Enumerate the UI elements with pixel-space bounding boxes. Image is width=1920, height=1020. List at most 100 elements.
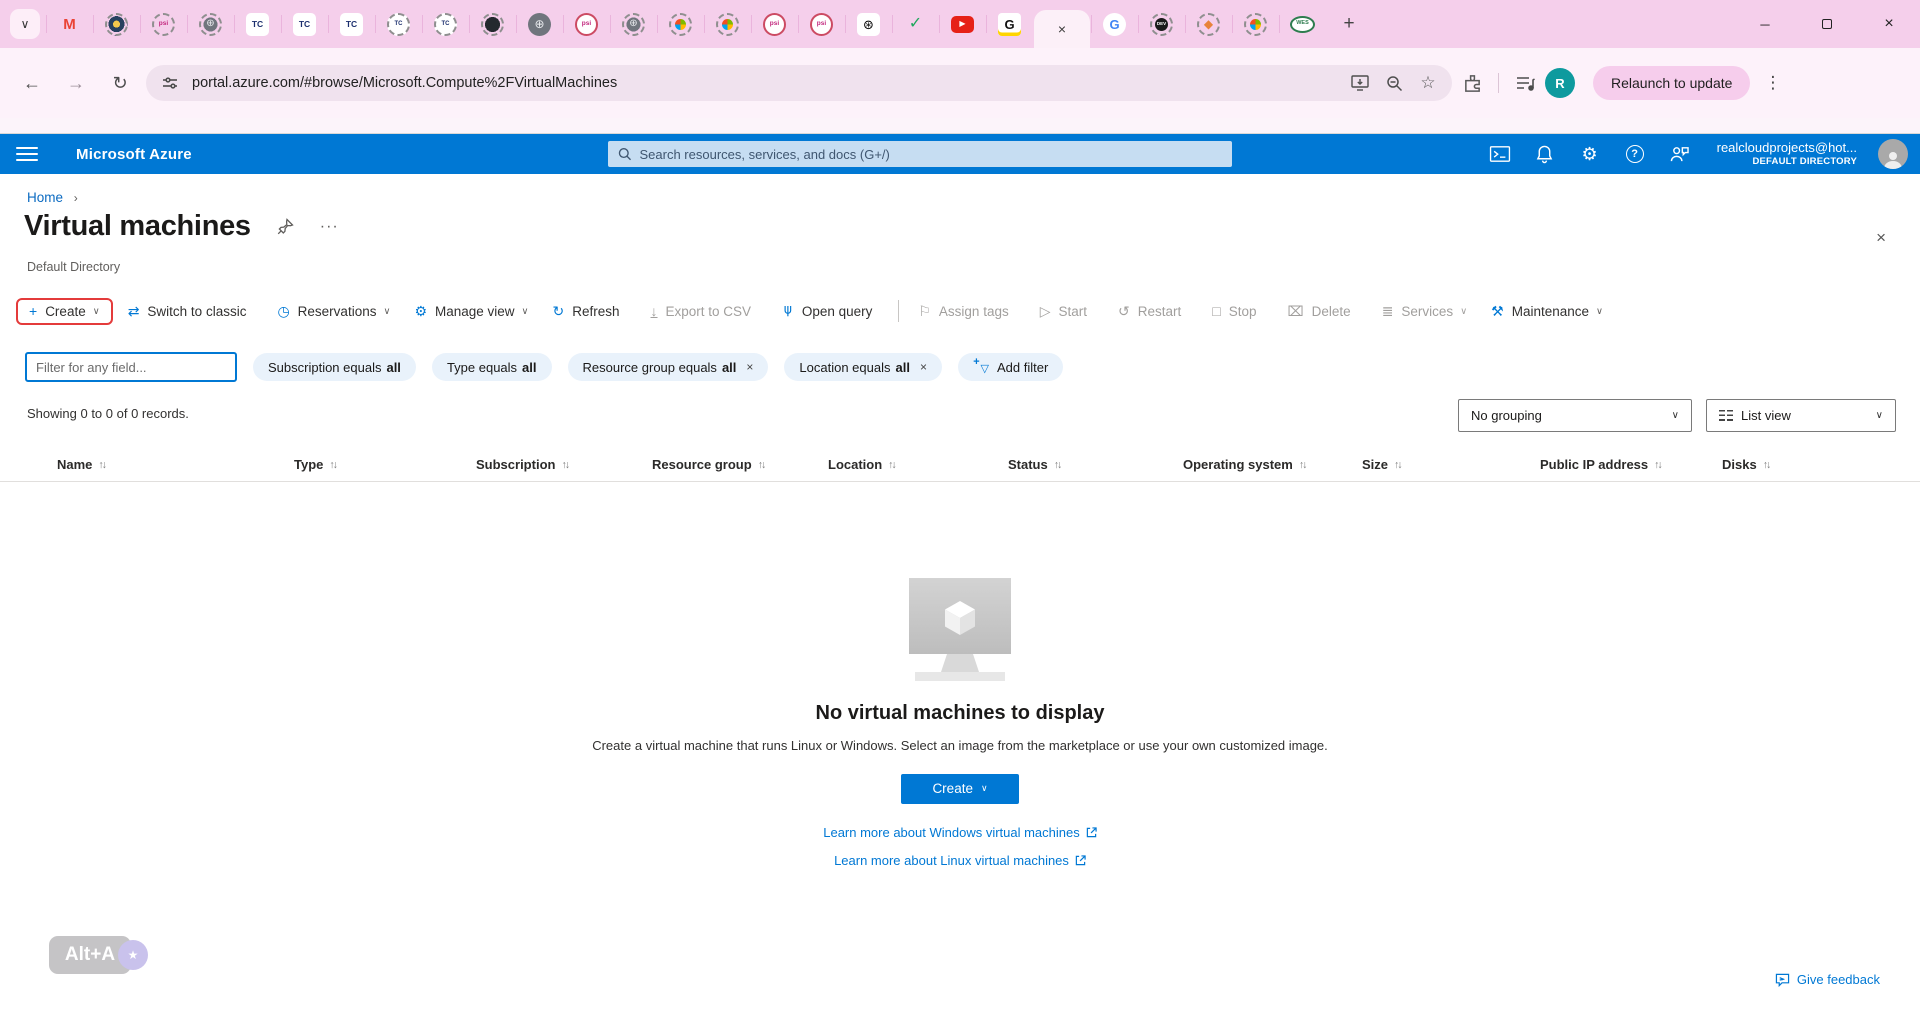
sort-arrows-icon[interactable]: ↑↓: [1654, 459, 1662, 471]
breadcrumb-home-link[interactable]: Home: [27, 190, 63, 205]
browser-tab[interactable]: [704, 7, 751, 41]
zoom-out-icon[interactable]: [1382, 71, 1406, 95]
toolbar-item[interactable]: ◷ Reservations ∨: [265, 304, 402, 319]
filter-input[interactable]: [25, 352, 237, 382]
cloud-shell-icon[interactable]: [1488, 142, 1512, 166]
browser-tab[interactable]: TC: [328, 7, 375, 41]
column-header[interactable]: Disks ↑↓: [1722, 457, 1792, 472]
column-header[interactable]: Location ↑↓: [828, 457, 1008, 472]
browser-tab[interactable]: G: [1091, 7, 1138, 41]
tab-search-button[interactable]: ∨: [10, 9, 40, 39]
pin-dashboard-icon[interactable]: [277, 218, 294, 235]
toolbar-item[interactable]: [898, 300, 900, 322]
notifications-bell-icon[interactable]: [1533, 142, 1557, 166]
new-tab-button[interactable]: +: [1334, 9, 1364, 39]
account-avatar[interactable]: [1878, 139, 1908, 169]
toolbar-item[interactable]: □ Stop: [1200, 304, 1275, 319]
browser-tab[interactable]: G: [986, 7, 1033, 41]
browser-tab[interactable]: ▶: [939, 7, 986, 41]
media-controls-icon[interactable]: [1513, 71, 1537, 95]
sort-arrows-icon[interactable]: ↑↓: [888, 459, 896, 471]
browser-tab[interactable]: [93, 7, 140, 41]
browser-tab[interactable]: ✓: [892, 7, 939, 41]
grouping-dropdown[interactable]: No grouping ∨: [1458, 399, 1692, 432]
url-text[interactable]: portal.azure.com/#browse/Microsoft.Compu…: [192, 75, 1338, 91]
close-tab-icon[interactable]: ×: [1058, 21, 1066, 37]
extensions-icon[interactable]: [1460, 71, 1484, 95]
portal-menu-icon[interactable]: [16, 147, 38, 161]
sparkle-icon[interactable]: ★: [118, 940, 148, 970]
toolbar-item[interactable]: ↺ Restart: [1106, 304, 1200, 319]
browser-tab[interactable]: TC: [234, 7, 281, 41]
address-bar[interactable]: portal.azure.com/#browse/Microsoft.Compu…: [146, 65, 1452, 101]
sort-arrows-icon[interactable]: ↑↓: [1054, 459, 1062, 471]
feedback-person-icon[interactable]: [1668, 142, 1692, 166]
active-tab[interactable]: ×: [1034, 10, 1090, 48]
sort-arrows-icon[interactable]: ↑↓: [1299, 459, 1307, 471]
sort-arrows-icon[interactable]: ↑↓: [1394, 459, 1402, 471]
maximize-button[interactable]: [1796, 0, 1858, 48]
add-filter-button[interactable]: + ▽ Add filter: [957, 353, 1064, 381]
account-info[interactable]: realcloudprojects@hot... DEFAULT DIRECTO…: [1717, 140, 1857, 168]
azure-brand[interactable]: Microsoft Azure: [76, 146, 192, 163]
learn-more-link[interactable]: Learn more about Windows virtual machine…: [823, 825, 1097, 840]
toolbar-item[interactable]: ⚒ Maintenance ∨: [1479, 304, 1615, 319]
browser-tab[interactable]: [1232, 7, 1279, 41]
browser-tab[interactable]: M: [46, 7, 93, 41]
more-actions-icon[interactable]: ···: [320, 218, 339, 236]
browser-tab[interactable]: ◆: [1185, 7, 1232, 41]
toolbar-item[interactable]: ⋔ Open query: [770, 303, 891, 319]
toolbar-item[interactable]: + Create ∨: [16, 297, 113, 325]
toolbar-item[interactable]: ▷ Start: [1028, 304, 1106, 319]
sort-arrows-icon[interactable]: ↑↓: [758, 459, 766, 471]
minimize-button[interactable]: ─: [1734, 0, 1796, 48]
toolbar-item[interactable]: ≣ Services ∨: [1370, 304, 1479, 319]
bookmark-star-icon[interactable]: ☆: [1416, 71, 1440, 95]
remove-filter-icon[interactable]: ×: [746, 360, 753, 374]
filter-pill[interactable]: Type equals all: [431, 353, 552, 381]
toolbar-item[interactable]: ↓ Export to CSV: [639, 304, 771, 319]
forward-button[interactable]: →: [58, 65, 94, 101]
toolbar-item[interactable]: ⚙ Manage view ∨: [402, 304, 540, 319]
browser-tab[interactable]: ⊕: [516, 7, 563, 41]
browser-tab[interactable]: ⊕: [187, 7, 234, 41]
filter-pill[interactable]: Resource group equals all ×: [567, 353, 769, 381]
create-vm-button[interactable]: Create ∨: [901, 773, 1019, 804]
toolbar-item[interactable]: ↻ Refresh: [541, 304, 639, 319]
column-header[interactable]: Resource group ↑↓: [652, 457, 828, 472]
browser-tab[interactable]: psi: [563, 7, 610, 41]
toolbar-item[interactable]: ⚐ Assign tags: [906, 304, 1027, 319]
filter-pill[interactable]: Subscription equals all: [253, 353, 416, 381]
browser-tab[interactable]: TC: [281, 7, 328, 41]
column-header[interactable]: Status ↑↓: [1008, 457, 1183, 472]
column-header[interactable]: Operating system ↑↓: [1183, 457, 1362, 472]
browser-tab[interactable]: WES: [1279, 7, 1326, 41]
global-search-input[interactable]: [639, 146, 1222, 162]
browser-tab[interactable]: [657, 7, 704, 41]
reload-button[interactable]: ↻: [102, 65, 138, 101]
relaunch-to-update-button[interactable]: Relaunch to update: [1593, 66, 1751, 100]
back-button[interactable]: ←: [14, 65, 50, 101]
learn-more-link[interactable]: Learn more about Linux virtual machines: [834, 853, 1086, 868]
install-app-icon[interactable]: [1348, 71, 1372, 95]
give-feedback-link[interactable]: Give feedback: [1775, 972, 1880, 987]
remove-filter-icon[interactable]: ×: [920, 360, 927, 374]
help-icon[interactable]: ?: [1623, 142, 1647, 166]
browser-tab[interactable]: TC: [375, 7, 422, 41]
browser-tab[interactable]: ⊕: [610, 7, 657, 41]
close-window-button[interactable]: ×: [1858, 0, 1920, 48]
browser-tab[interactable]: TC: [422, 7, 469, 41]
column-header[interactable]: Type ↑↓: [294, 457, 476, 472]
browser-menu-icon[interactable]: ⋮: [1764, 73, 1781, 93]
toolbar-item[interactable]: ⌧ Delete: [1276, 304, 1370, 319]
sort-arrows-icon[interactable]: ↑↓: [329, 459, 337, 471]
global-search[interactable]: [608, 141, 1232, 167]
browser-tab[interactable]: psi: [751, 7, 798, 41]
column-header[interactable]: Public IP address ↑↓: [1540, 457, 1722, 472]
filter-pill[interactable]: Location equals all ×: [784, 353, 942, 381]
column-header[interactable]: Name ↑↓: [57, 457, 294, 472]
browser-tab[interactable]: DEV: [1138, 7, 1185, 41]
settings-gear-icon[interactable]: ⚙: [1578, 142, 1602, 166]
browser-profile-avatar[interactable]: R: [1545, 68, 1575, 98]
browser-tab[interactable]: psi: [798, 7, 845, 41]
